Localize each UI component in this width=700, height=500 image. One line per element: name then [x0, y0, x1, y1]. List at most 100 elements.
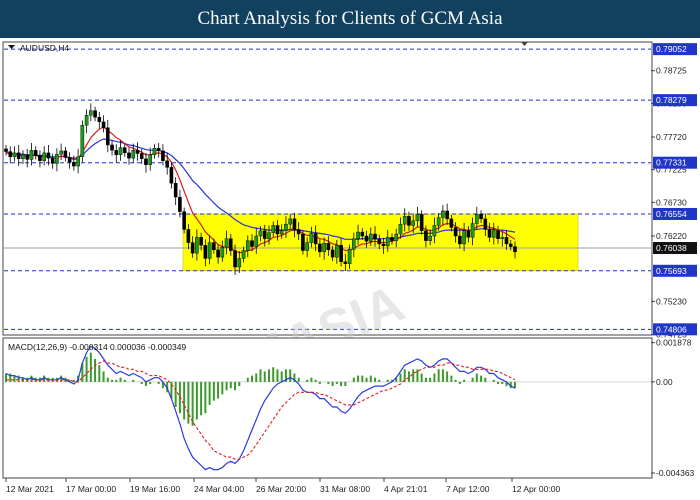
candle-down [212, 242, 216, 251]
price-tick-label: 0.75230 [656, 296, 687, 306]
candle-up [432, 225, 437, 237]
candle-up [12, 152, 17, 158]
candle-down [479, 214, 483, 220]
candle-up [368, 233, 373, 242]
candle-up [322, 243, 326, 253]
candle-up [352, 238, 356, 250]
candle-up [220, 247, 225, 258]
candle-down [38, 155, 42, 161]
candle-down [110, 144, 114, 151]
time-tick-label: 12 Mar 2021 [6, 484, 54, 494]
candle-down [513, 246, 517, 253]
candle-up [55, 153, 59, 164]
candle-up [258, 230, 263, 237]
candle-down [97, 117, 102, 123]
candle-down [318, 243, 322, 253]
candle-up [76, 156, 80, 167]
candle-up [347, 249, 352, 264]
candle-down [50, 157, 55, 164]
candle-down [250, 240, 254, 247]
candle-down [449, 218, 454, 228]
candle-down [301, 233, 305, 251]
candle-down [33, 150, 38, 156]
candle-up [29, 150, 34, 160]
symbol-label: AUDUSD,H4 [20, 43, 69, 53]
candle-up [42, 152, 46, 161]
candle-down [292, 218, 297, 230]
candle-down [144, 158, 148, 165]
candle-up [335, 245, 339, 258]
candle-up [207, 242, 212, 259]
candle-down [182, 211, 186, 230]
candle-down [364, 235, 369, 242]
candle-down [419, 214, 424, 231]
price-axis: 0.787250.782300.777200.772250.767300.762… [651, 66, 687, 340]
candle-up [241, 250, 246, 259]
candle-down [156, 148, 161, 152]
candle-down [203, 245, 208, 259]
candle-down [25, 154, 30, 160]
candle-up [224, 238, 229, 248]
candle-down [122, 147, 127, 154]
candle-down [4, 148, 8, 152]
time-tick-label: 17 Mar 00:00 [66, 484, 116, 494]
candle-down [424, 230, 428, 241]
candle-up [441, 210, 445, 218]
candle-down [487, 229, 492, 238]
candle-down [458, 235, 462, 245]
candle-up [254, 235, 259, 247]
candle-up [195, 237, 199, 254]
candle-up [237, 258, 242, 268]
macd-panel [2, 337, 653, 479]
macd-axis: 0.001878 0.00 -0.004363 [651, 338, 695, 478]
candle-up [267, 232, 271, 239]
price-tick-label: 0.76730 [656, 197, 687, 207]
candle-up [89, 110, 93, 116]
candle-up [118, 147, 123, 156]
candle-down [496, 230, 500, 239]
macd-tick-label: 0.001878 [656, 338, 692, 348]
candle-up [21, 154, 25, 160]
price-tick-label: 0.78725 [656, 66, 687, 76]
time-tick-label: 4 Apr 21:01 [384, 484, 428, 494]
candle-down [229, 238, 233, 251]
candle-up [80, 124, 85, 158]
candle-up [415, 214, 420, 222]
candle-up [470, 223, 475, 238]
candle-down [63, 150, 68, 158]
time-axis: 12 Mar 2021 17 Mar 00:00 19 Mar 16:00 24 Ma… [5, 478, 560, 494]
candle-down [343, 261, 348, 264]
candle-up [84, 115, 89, 126]
candle-down [466, 230, 471, 238]
chart-frame: Chart Analysis for Clients of GCM Asia G… [0, 0, 700, 500]
candle-down [105, 127, 110, 146]
candle-down [445, 210, 449, 220]
candle-down [262, 230, 267, 239]
time-tick-label: 26 Mar 20:00 [256, 484, 306, 494]
candle-down [330, 249, 335, 258]
candle-up [309, 233, 314, 243]
candle-up [245, 240, 250, 251]
candle-up [284, 223, 288, 231]
candle-down [169, 167, 174, 184]
price-tick-label: 0.76220 [656, 231, 687, 241]
price-panel [2, 41, 653, 336]
candle-up [279, 230, 284, 235]
time-tick-label: 19 Mar 16:00 [130, 484, 180, 494]
candle-down [390, 237, 394, 241]
candle-down [165, 160, 169, 168]
price-tick-label: 0.77720 [656, 132, 687, 142]
candle-down [190, 242, 195, 254]
candle-down [326, 243, 331, 251]
candle-down [72, 161, 76, 167]
current-price-label: 0.76038 [656, 243, 687, 253]
time-tick-label: 7 Apr 12:00 [446, 484, 490, 494]
candle-down [135, 150, 140, 154]
candle-down [339, 245, 343, 262]
candle-down [313, 233, 318, 245]
level-badge-label: 0.79052 [656, 44, 687, 54]
candle-up [59, 150, 63, 155]
macd-tick-label: -0.004363 [656, 468, 695, 478]
candle-up [148, 154, 153, 165]
candle-down [114, 150, 119, 156]
